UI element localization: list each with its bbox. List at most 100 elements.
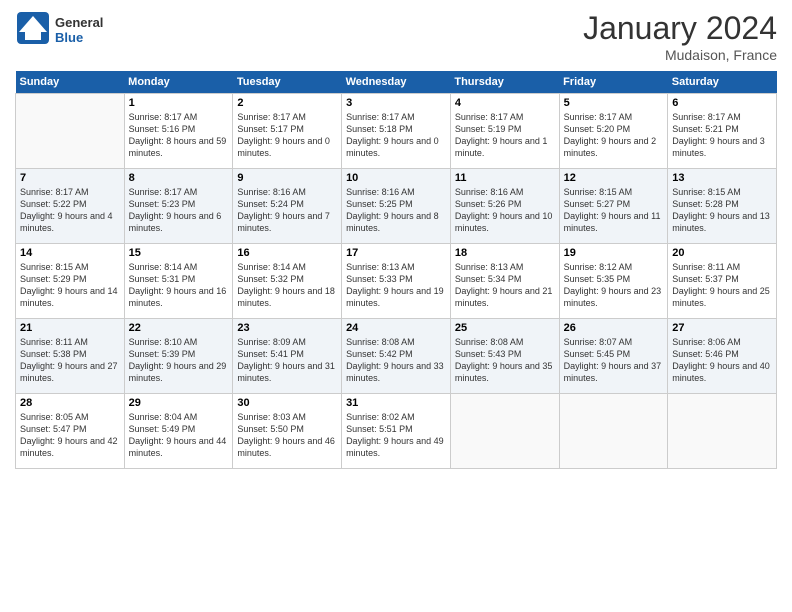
- cell-info: Sunrise: 8:16 AMSunset: 5:26 PMDaylight:…: [455, 186, 555, 235]
- calendar-cell: 18 Sunrise: 8:13 AMSunset: 5:34 PMDayligh…: [450, 244, 559, 319]
- day-number: 17: [346, 247, 446, 259]
- day-number: 8: [129, 172, 229, 184]
- calendar-cell: 9 Sunrise: 8:16 AMSunset: 5:24 PMDaylight…: [233, 169, 342, 244]
- cell-info: Sunrise: 8:12 AMSunset: 5:35 PMDaylight:…: [564, 261, 664, 310]
- day-number: 7: [20, 172, 120, 184]
- cell-info: Sunrise: 8:11 AMSunset: 5:37 PMDaylight:…: [672, 261, 772, 310]
- cell-info: Sunrise: 8:06 AMSunset: 5:46 PMDaylight:…: [672, 336, 772, 385]
- cell-info: Sunrise: 8:08 AMSunset: 5:42 PMDaylight:…: [346, 336, 446, 385]
- weekday-header-tuesday: Tuesday: [233, 71, 342, 94]
- day-number: 4: [455, 97, 555, 109]
- calendar-table: SundayMondayTuesdayWednesdayThursdayFrid…: [15, 71, 777, 469]
- weekday-header-thursday: Thursday: [450, 71, 559, 94]
- day-number: 9: [237, 172, 337, 184]
- day-number: 12: [564, 172, 664, 184]
- day-number: 5: [564, 97, 664, 109]
- day-number: 26: [564, 322, 664, 334]
- calendar-cell: 15 Sunrise: 8:14 AMSunset: 5:31 PMDayligh…: [124, 244, 233, 319]
- cell-info: Sunrise: 8:03 AMSunset: 5:50 PMDaylight:…: [237, 411, 337, 460]
- cell-info: Sunrise: 8:17 AMSunset: 5:17 PMDaylight:…: [237, 111, 337, 160]
- day-number: 27: [672, 322, 772, 334]
- calendar-week-row: 1 Sunrise: 8:17 AMSunset: 5:16 PMDaylight…: [16, 94, 777, 169]
- calendar-cell: 12Sunrise: 8:15 AMSunset: 5:27 PMDayligh…: [559, 169, 668, 244]
- calendar-cell: 17 Sunrise: 8:13 AMSunset: 5:33 PMDayligh…: [342, 244, 451, 319]
- calendar-cell: 20 Sunrise: 8:11 AMSunset: 5:37 PMDayligh…: [668, 244, 777, 319]
- cell-info: Sunrise: 8:02 AMSunset: 5:51 PMDaylight:…: [346, 411, 446, 460]
- cell-info: Sunrise: 8:14 AMSunset: 5:32 PMDaylight:…: [237, 261, 337, 310]
- calendar-cell: 26 Sunrise: 8:07 AMSunset: 5:45 PMDayligh…: [559, 319, 668, 394]
- calendar-cell: 2 Sunrise: 8:17 AMSunset: 5:17 PMDaylight…: [233, 94, 342, 169]
- day-number: 28: [20, 397, 120, 409]
- weekday-header-monday: Monday: [124, 71, 233, 94]
- cell-info: Sunrise: 8:15 AMSunset: 5:28 PMDaylight:…: [672, 186, 772, 235]
- calendar-cell: 22 Sunrise: 8:10 AMSunset: 5:39 PMDayligh…: [124, 319, 233, 394]
- calendar-cell: 13 Sunrise: 8:15 AMSunset: 5:28 PMDayligh…: [668, 169, 777, 244]
- day-number: 23: [237, 322, 337, 334]
- calendar-cell: 30 Sunrise: 8:03 AMSunset: 5:50 PMDayligh…: [233, 394, 342, 469]
- calendar-cell: 19 Sunrise: 8:12 AMSunset: 5:35 PMDayligh…: [559, 244, 668, 319]
- weekday-header-sunday: Sunday: [16, 71, 125, 94]
- cell-info: Sunrise: 8:09 AMSunset: 5:41 PMDaylight:…: [237, 336, 337, 385]
- day-number: 10: [346, 172, 446, 184]
- cell-info: Sunrise: 8:11 AMSunset: 5:38 PMDaylight:…: [20, 336, 120, 385]
- calendar-cell: 31 Sunrise: 8:02 AMSunset: 5:51 PMDayligh…: [342, 394, 451, 469]
- logo-icon: [15, 10, 51, 46]
- calendar-week-row: 28Sunrise: 8:05 AMSunset: 5:47 PMDayligh…: [16, 394, 777, 469]
- day-number: 18: [455, 247, 555, 259]
- day-number: 15: [129, 247, 229, 259]
- title-block: January 2024 Mudaison, France: [583, 10, 777, 63]
- cell-info: Sunrise: 8:16 AMSunset: 5:24 PMDaylight:…: [237, 186, 337, 235]
- cell-info: Sunrise: 8:17 AMSunset: 5:21 PMDaylight:…: [672, 111, 772, 160]
- day-number: 29: [129, 397, 229, 409]
- calendar-cell: 3Sunrise: 8:17 AMSunset: 5:18 PMDaylight…: [342, 94, 451, 169]
- calendar-cell: 14Sunrise: 8:15 AMSunset: 5:29 PMDayligh…: [16, 244, 125, 319]
- day-number: 30: [237, 397, 337, 409]
- cell-info: Sunrise: 8:13 AMSunset: 5:33 PMDaylight:…: [346, 261, 446, 310]
- calendar-cell: 6Sunrise: 8:17 AMSunset: 5:21 PMDaylight…: [668, 94, 777, 169]
- cell-info: Sunrise: 8:16 AMSunset: 5:25 PMDaylight:…: [346, 186, 446, 235]
- day-number: 31: [346, 397, 446, 409]
- cell-info: Sunrise: 8:13 AMSunset: 5:34 PMDaylight:…: [455, 261, 555, 310]
- calendar-week-row: 7 Sunrise: 8:17 AMSunset: 5:22 PMDaylight…: [16, 169, 777, 244]
- calendar-cell: 25Sunrise: 8:08 AMSunset: 5:43 PMDayligh…: [450, 319, 559, 394]
- calendar-cell: 5 Sunrise: 8:17 AMSunset: 5:20 PMDaylight…: [559, 94, 668, 169]
- day-number: 1: [129, 97, 229, 109]
- cell-info: Sunrise: 8:17 AMSunset: 5:16 PMDaylight:…: [129, 111, 229, 160]
- weekday-header-friday: Friday: [559, 71, 668, 94]
- day-number: 20: [672, 247, 772, 259]
- calendar-cell: 27 Sunrise: 8:06 AMSunset: 5:46 PMDayligh…: [668, 319, 777, 394]
- calendar-cell: 4 Sunrise: 8:17 AMSunset: 5:19 PMDaylight…: [450, 94, 559, 169]
- calendar-cell: [559, 394, 668, 469]
- calendar-cell: 1 Sunrise: 8:17 AMSunset: 5:16 PMDaylight…: [124, 94, 233, 169]
- calendar-cell: [450, 394, 559, 469]
- calendar-cell: [16, 94, 125, 169]
- cell-info: Sunrise: 8:17 AMSunset: 5:22 PMDaylight:…: [20, 186, 120, 235]
- calendar-cell: 24Sunrise: 8:08 AMSunset: 5:42 PMDayligh…: [342, 319, 451, 394]
- logo: General Blue: [15, 10, 103, 51]
- location-text: Mudaison, France: [583, 47, 777, 63]
- cell-info: Sunrise: 8:17 AMSunset: 5:18 PMDaylight:…: [346, 111, 446, 160]
- cell-info: Sunrise: 8:07 AMSunset: 5:45 PMDaylight:…: [564, 336, 664, 385]
- day-number: 21: [20, 322, 120, 334]
- page-header: General Blue January 2024 Mudaison, Fran…: [15, 10, 777, 63]
- calendar-cell: 28Sunrise: 8:05 AMSunset: 5:47 PMDayligh…: [16, 394, 125, 469]
- day-number: 13: [672, 172, 772, 184]
- day-number: 11: [455, 172, 555, 184]
- calendar-cell: 10 Sunrise: 8:16 AMSunset: 5:25 PMDayligh…: [342, 169, 451, 244]
- calendar-cell: 23 Sunrise: 8:09 AMSunset: 5:41 PMDayligh…: [233, 319, 342, 394]
- calendar-cell: 11 Sunrise: 8:16 AMSunset: 5:26 PMDayligh…: [450, 169, 559, 244]
- cell-info: Sunrise: 8:17 AMSunset: 5:23 PMDaylight:…: [129, 186, 229, 235]
- calendar-cell: 7 Sunrise: 8:17 AMSunset: 5:22 PMDaylight…: [16, 169, 125, 244]
- day-number: 22: [129, 322, 229, 334]
- calendar-cell: 16Sunrise: 8:14 AMSunset: 5:32 PMDayligh…: [233, 244, 342, 319]
- cell-info: Sunrise: 8:10 AMSunset: 5:39 PMDaylight:…: [129, 336, 229, 385]
- calendar-cell: 29 Sunrise: 8:04 AMSunset: 5:49 PMDayligh…: [124, 394, 233, 469]
- logo-blue-text: Blue: [55, 30, 83, 45]
- day-number: 19: [564, 247, 664, 259]
- cell-info: Sunrise: 8:17 AMSunset: 5:20 PMDaylight:…: [564, 111, 664, 160]
- day-number: 2: [237, 97, 337, 109]
- weekday-header-saturday: Saturday: [668, 71, 777, 94]
- cell-info: Sunrise: 8:04 AMSunset: 5:49 PMDaylight:…: [129, 411, 229, 460]
- cell-info: Sunrise: 8:17 AMSunset: 5:19 PMDaylight:…: [455, 111, 555, 160]
- cell-info: Sunrise: 8:14 AMSunset: 5:31 PMDaylight:…: [129, 261, 229, 310]
